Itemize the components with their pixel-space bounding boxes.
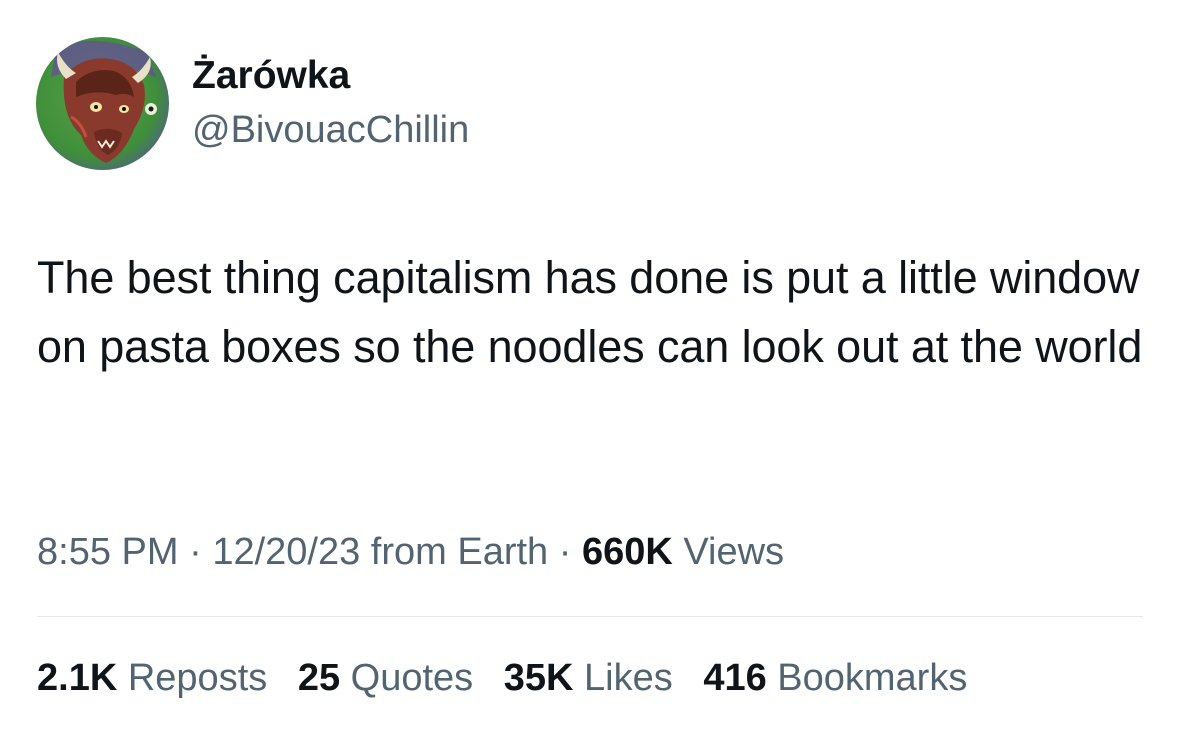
tweet-text: The best thing capitalism has done is pu… — [37, 252, 1143, 372]
divider — [37, 616, 1143, 617]
tweet-source: from Earth — [370, 531, 549, 573]
likes-label: Likes — [584, 657, 673, 699]
engagement-stats: 2.1K Reposts 25 Quotes 35K Likes 416 Boo… — [37, 653, 987, 703]
author-handle[interactable]: @BivouacChillin — [192, 106, 469, 154]
reposts-stat[interactable]: 2.1K Reposts — [37, 653, 267, 703]
tweet: Żarówka @BivouacChillin The best thing c… — [0, 0, 1179, 732]
tweet-meta: 8:55 PM · 12/20/23 from Earth · 660K Vie… — [37, 527, 784, 577]
tweet-time[interactable]: 8:55 PM — [37, 531, 179, 573]
meta-separator: · — [558, 531, 572, 573]
tweet-date[interactable]: 12/20/23 — [212, 531, 360, 573]
likes-stat[interactable]: 35K Likes — [504, 653, 673, 703]
views-count: 660K — [581, 531, 673, 573]
reposts-label: Reposts — [127, 657, 268, 699]
quotes-stat[interactable]: 25 Quotes — [298, 653, 473, 703]
bookmarks-stat[interactable]: 416 Bookmarks — [703, 653, 967, 703]
meta-separator: · — [189, 531, 202, 573]
reposts-count: 2.1K — [37, 657, 118, 699]
bookmarks-count: 416 — [703, 657, 767, 699]
views-label: Views — [683, 531, 785, 573]
likes-count: 35K — [503, 657, 574, 699]
bookmarks-label: Bookmarks — [777, 657, 968, 699]
quotes-label: Quotes — [350, 657, 474, 699]
quotes-count: 25 — [297, 657, 341, 699]
bison-avatar-icon — [36, 37, 169, 170]
author-display-name[interactable]: Żarówka — [192, 52, 350, 100]
avatar[interactable] — [36, 37, 169, 170]
